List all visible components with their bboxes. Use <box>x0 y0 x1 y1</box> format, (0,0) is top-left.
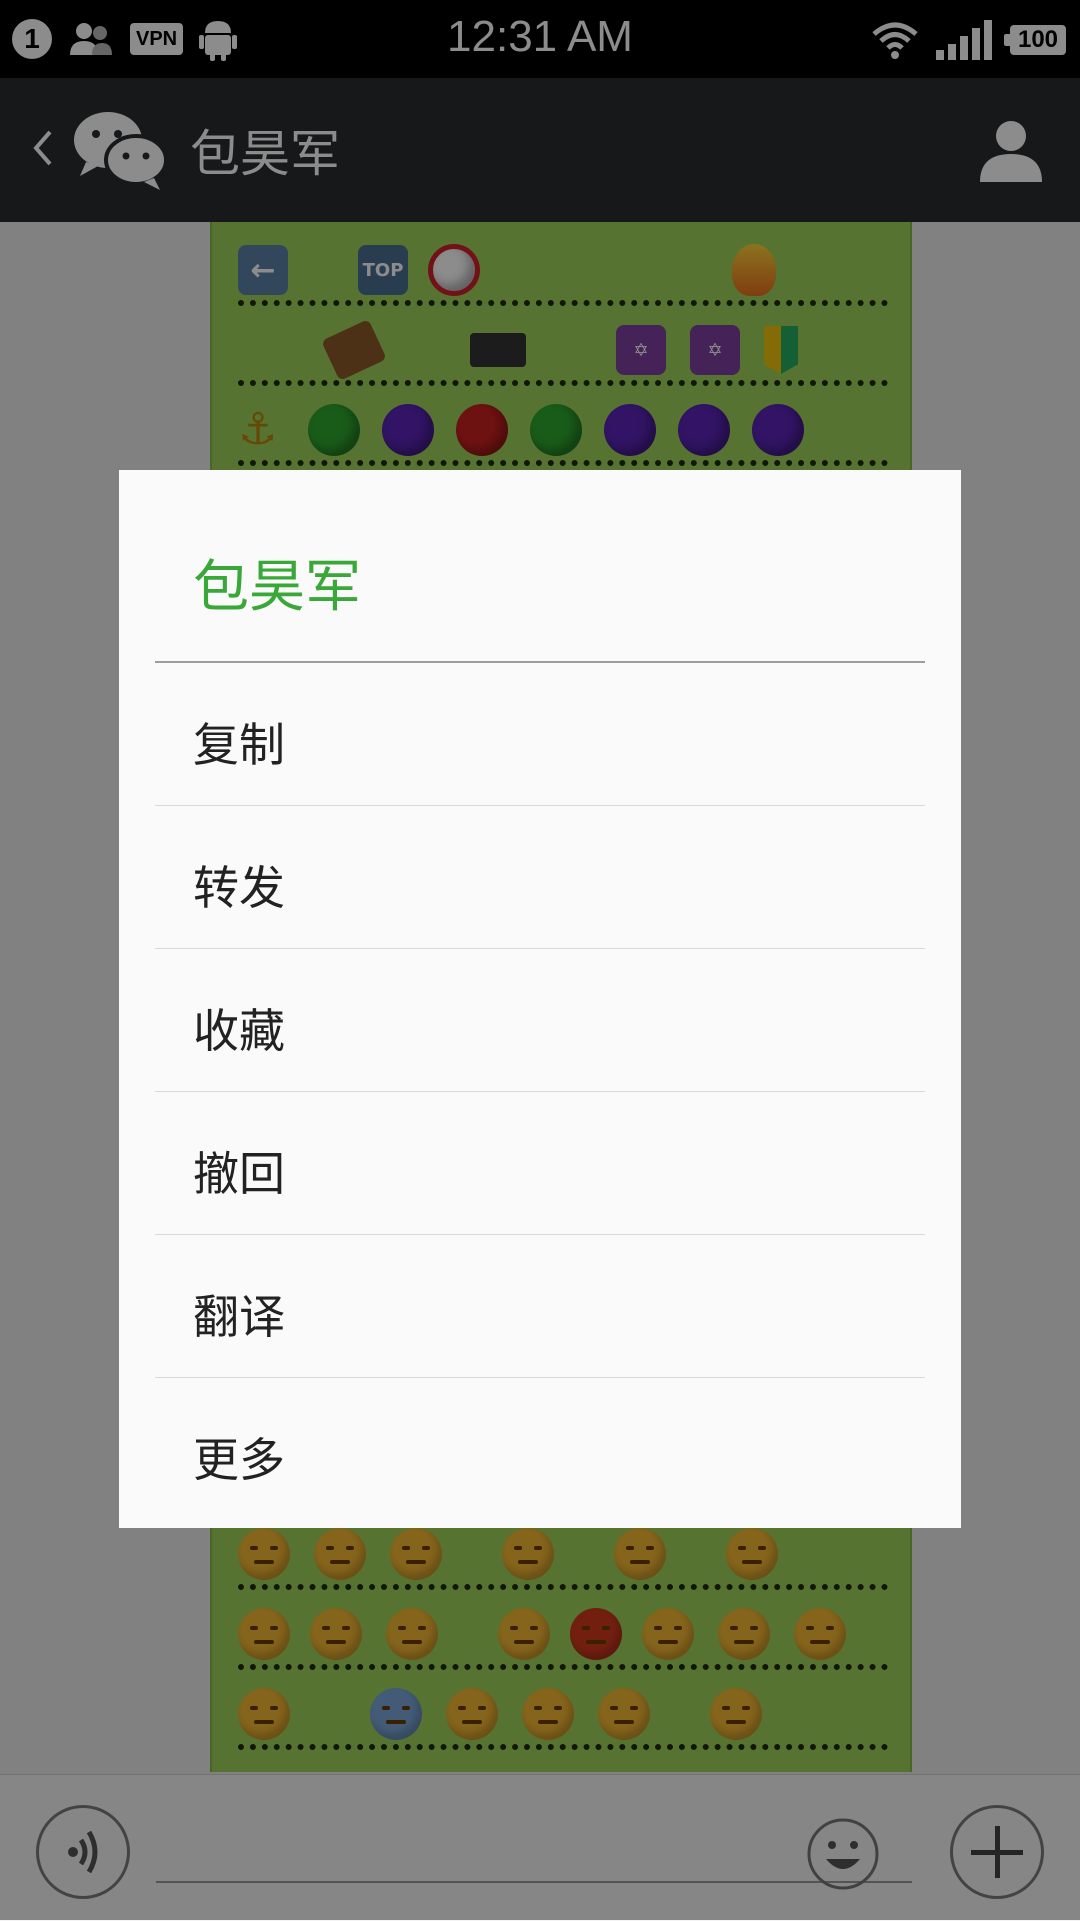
menu-item-label: 更多 <box>193 1433 285 1487</box>
menu-item-more[interactable]: 更多 <box>155 1378 925 1521</box>
menu-item-label: 转发 <box>193 861 285 915</box>
menu-list: 复制 转发 收藏 撤回 翻译 更多 <box>155 663 925 1521</box>
menu-item-favorite[interactable]: 收藏 <box>155 949 925 1092</box>
menu-item-label: 翻译 <box>193 1290 285 1344</box>
menu-item-translate[interactable]: 翻译 <box>155 1235 925 1378</box>
menu-item-recall[interactable]: 撤回 <box>155 1092 925 1235</box>
menu-item-forward[interactable]: 转发 <box>155 806 925 949</box>
menu-item-label: 复制 <box>193 718 285 772</box>
menu-item-label: 收藏 <box>193 1004 285 1058</box>
message-context-menu: 包昊军 复制 转发 收藏 撤回 翻译 更多 <box>119 470 961 1528</box>
dialog-title: 包昊军 <box>193 555 361 620</box>
menu-item-copy[interactable]: 复制 <box>155 663 925 806</box>
menu-item-label: 撤回 <box>193 1147 285 1201</box>
